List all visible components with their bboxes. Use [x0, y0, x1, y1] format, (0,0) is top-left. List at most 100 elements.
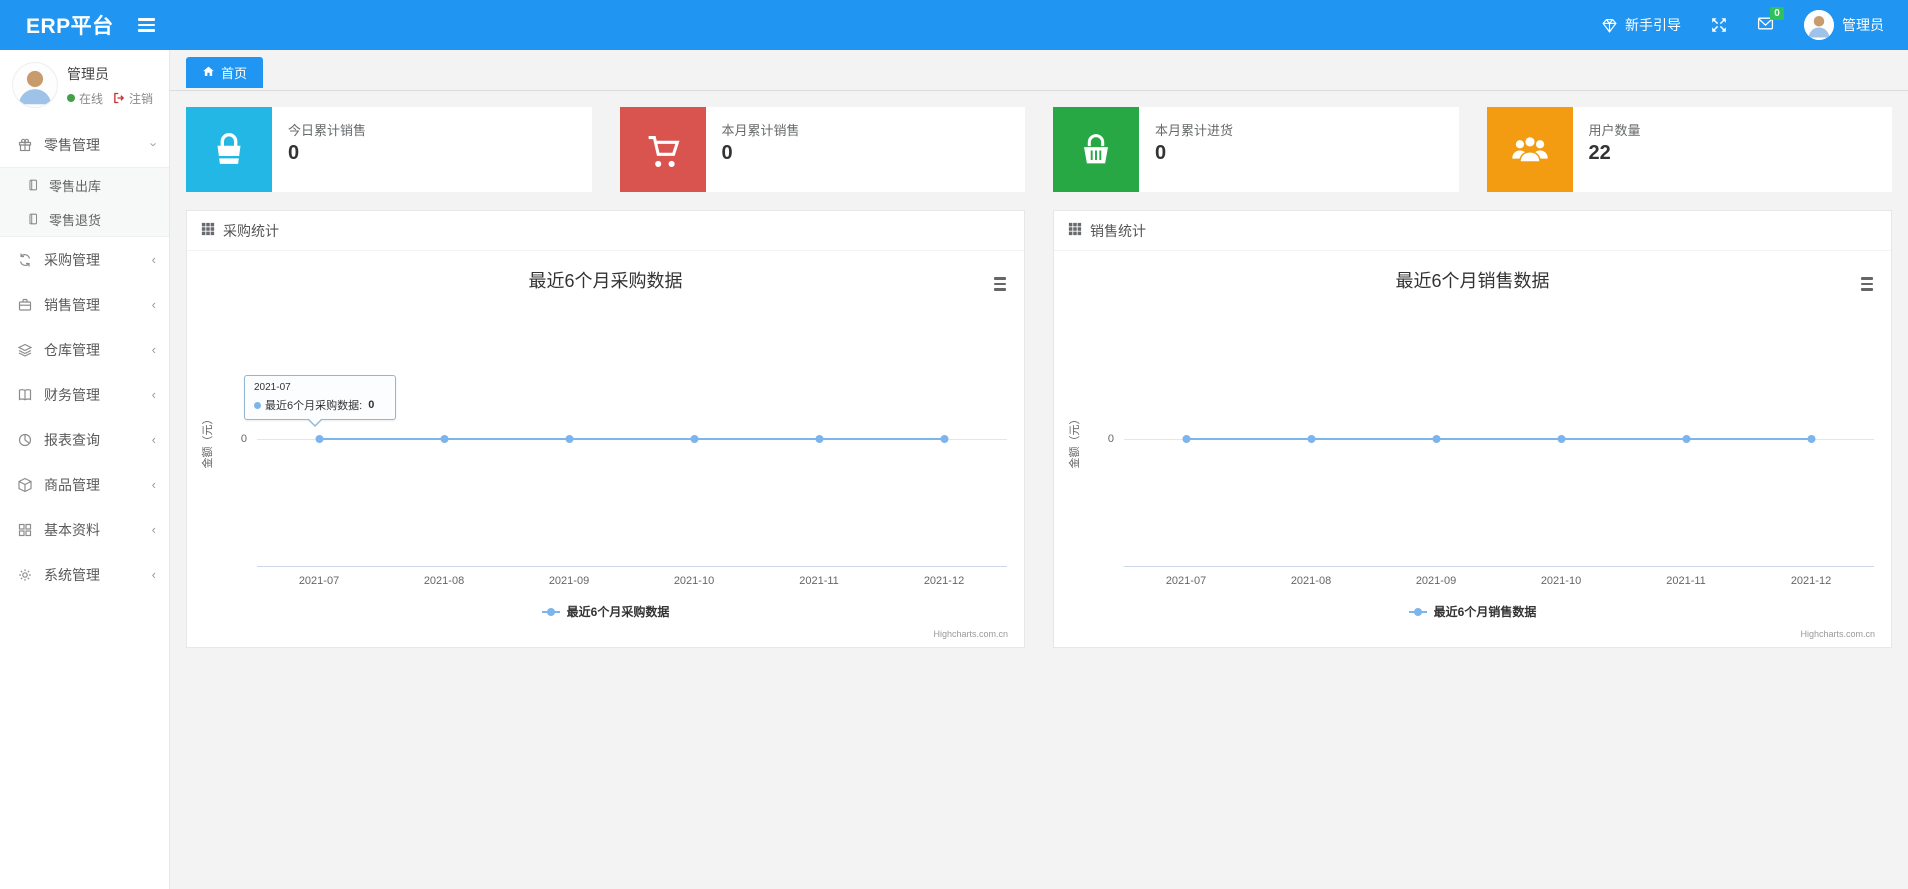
sidebar-item-system[interactable]: 系统管理 ‹ [0, 552, 169, 597]
sidebar-item-purchase[interactable]: 采购管理 ‹ [0, 237, 169, 282]
guide-label: 新手引导 [1625, 17, 1681, 33]
purchase-stats-panel: 采购统计 最近6个月采购数据 金额（元） 0 2021-07 2021-08 2… [186, 210, 1025, 648]
fullscreen-icon[interactable] [1711, 17, 1727, 33]
logout-icon [113, 92, 125, 104]
chart-panels: 采购统计 最近6个月采购数据 金额（元） 0 2021-07 2021-08 2… [170, 192, 1908, 648]
sidebar-item-retail-return[interactable]: 零售退货 [0, 202, 169, 236]
sidebar-item-label: 基本资料 [44, 521, 100, 538]
x-tick-label: 2021-07 [298, 575, 340, 587]
grid-icon [17, 522, 33, 538]
tooltip-header: 2021-07 [254, 382, 291, 393]
highcharts-credits[interactable]: Highcharts.com.cn [933, 629, 1008, 639]
user-menu[interactable]: 管理员 [1804, 10, 1884, 40]
series-dot-icon [254, 401, 261, 409]
card-month-sales[interactable]: 本月累计销售 0 [619, 107, 1025, 192]
tab-home-label: 首页 [221, 66, 248, 81]
sidebar-item-label: 系统管理 [44, 566, 100, 583]
card-today-sales[interactable]: 今日累计销售 0 [186, 107, 592, 192]
cart-icon [619, 107, 706, 192]
avatar [12, 62, 58, 108]
panel-title: 销售统计 [1090, 222, 1146, 239]
x-tick-label: 2021-12 [923, 575, 965, 587]
sidebar-item-retail-outbound[interactable]: 零售出库 [0, 168, 169, 202]
tab-home[interactable]: 首页 [186, 57, 264, 88]
chevron-left-icon: ‹ [151, 522, 156, 537]
card-month-purchase[interactable]: 本月累计进货 0 [1053, 107, 1459, 192]
legend-label: 最近6个月销售数据 [1433, 605, 1537, 619]
th-grid-icon [201, 222, 215, 239]
chevron-left-icon: ‹ [151, 432, 156, 447]
online-dot-icon [67, 94, 75, 102]
pie-chart-icon [17, 432, 33, 448]
shopping-bag-icon [186, 107, 272, 192]
legend-label: 最近6个月采购数据 [566, 605, 670, 619]
x-tick-label: 2021-09 [1415, 575, 1457, 587]
main-content: 首页 今日累计销售 0 本月累计销售 0 本月累计进货 0 用户数量 22 采购… [170, 50, 1908, 889]
chevron-left-icon: ‹ [151, 252, 156, 267]
y-axis-title: 金额（元） [202, 413, 214, 469]
chevron-left-icon: ‹ [151, 477, 156, 492]
purchase-chart: 最近6个月采购数据 金额（元） 0 2021-07 2021-08 2021-0… [187, 251, 1024, 647]
tooltip-series-label: 最近6个月采购数据: [265, 400, 363, 412]
sales-chart: 最近6个月销售数据 金额（元） 0 2021-07 2021-08 2021-0… [1054, 251, 1891, 647]
x-tick-label: 2021-10 [673, 575, 715, 587]
card-label: 本月累计进货 [1155, 123, 1234, 138]
gift-icon [17, 137, 33, 153]
panel-header: 销售统计 [1054, 211, 1891, 251]
card-value: 0 [721, 142, 733, 164]
x-axis-line [1124, 566, 1874, 567]
home-icon [202, 65, 215, 81]
x-tick-label: 2021-08 [1290, 575, 1332, 587]
stat-cards: 今日累计销售 0 本月累计销售 0 本月累计进货 0 用户数量 22 [170, 91, 1908, 192]
line-series[interactable] [1124, 251, 1874, 647]
username-label: 管理员 [1842, 17, 1884, 33]
sidebar-item-warehouse[interactable]: 仓库管理 ‹ [0, 327, 169, 372]
x-axis-line [257, 566, 1007, 567]
chevron-left-icon: ‹ [151, 342, 156, 357]
sidebar-item-goods[interactable]: 商品管理 ‹ [0, 462, 169, 507]
sidebar-item-basic[interactable]: 基本资料 ‹ [0, 507, 169, 552]
chart-legend[interactable]: 最近6个月采购数据 [187, 603, 1024, 620]
gem-icon [1601, 17, 1618, 34]
chevron-left-icon: ‹ [151, 297, 156, 312]
sidebar-item-sales[interactable]: 销售管理 ‹ [0, 282, 169, 327]
x-tick-label: 2021-08 [423, 575, 465, 587]
repeat-icon [17, 252, 33, 268]
gear-icon [17, 567, 33, 583]
messages-button[interactable]: 0 [1757, 7, 1784, 35]
y-axis-title: 金额（元） [1069, 413, 1081, 469]
avatar [1804, 10, 1834, 40]
book-icon [17, 387, 33, 403]
sidebar-menu: 零售管理 › 零售出库 零售退货 采购管理 ‹ 销售管理 ‹ 仓库管理 ‹ 财务… [0, 122, 169, 597]
menu-toggle-icon[interactable] [134, 14, 159, 36]
x-tick-label: 2021-09 [548, 575, 590, 587]
tooltip-arrow [308, 418, 322, 425]
sidebar-item-label: 商品管理 [44, 476, 100, 493]
x-tick-label: 2021-12 [1790, 575, 1832, 587]
sidebar: 管理员 在线 注销 零售管理 › 零售出库 零售退货 采购管理 ‹ 销售管理 ‹… [0, 50, 170, 889]
document-icon [26, 212, 40, 226]
card-value: 22 [1588, 142, 1611, 164]
online-label: 在线 [79, 91, 104, 106]
app-brand: ERP平台 [26, 15, 114, 38]
card-user-count[interactable]: 用户数量 22 [1486, 107, 1892, 192]
guide-button[interactable]: 新手引导 [1601, 15, 1681, 35]
legend-marker-icon [1408, 607, 1427, 616]
x-tick-label: 2021-10 [1540, 575, 1582, 587]
x-tick-label: 2021-07 [1165, 575, 1207, 587]
chart-tooltip: 2021-07 最近6个月采购数据: 0 [244, 375, 396, 427]
sidebar-item-report[interactable]: 报表查询 ‹ [0, 417, 169, 462]
sidebar-item-retail[interactable]: 零售管理 › [0, 122, 169, 167]
sidebar-username: 管理员 [67, 65, 109, 82]
card-value: 0 [288, 142, 300, 164]
line-series[interactable] [257, 251, 1007, 647]
sidebar-item-label: 仓库管理 [44, 341, 100, 358]
y-tick-label: 0 [1107, 433, 1114, 445]
breadcrumb: 首页 [170, 50, 1908, 91]
sidebar-item-finance[interactable]: 财务管理 ‹ [0, 372, 169, 417]
highcharts-credits[interactable]: Highcharts.com.cn [1800, 629, 1875, 639]
layers-icon [17, 342, 33, 358]
logout-link[interactable]: 注销 [129, 90, 153, 107]
panel-header: 采购统计 [187, 211, 1024, 251]
chart-legend[interactable]: 最近6个月销售数据 [1054, 603, 1891, 620]
